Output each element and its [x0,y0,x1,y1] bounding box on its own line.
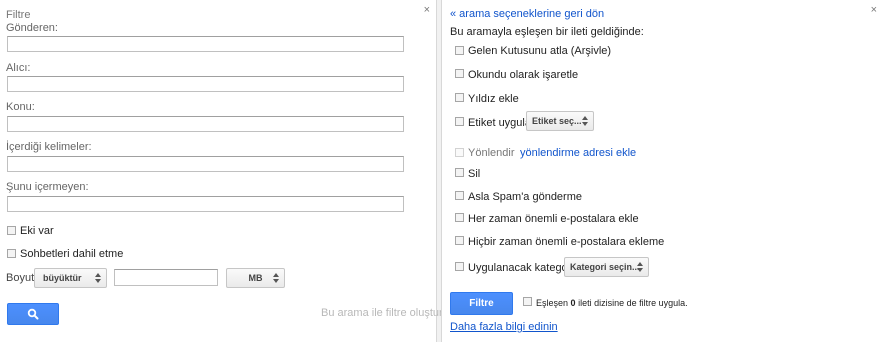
apply-prefix: Eşleşen [536,298,569,308]
category-label: Uygulanacak kategori: [468,262,577,274]
apply-label-label: Etiket uygula: [468,117,535,129]
mark-read-label: Okundu olarak işaretle [468,69,579,81]
category-checkbox[interactable] [455,262,464,271]
size-label: Boyut [6,272,35,284]
delete-checkbox[interactable] [455,168,464,177]
never-spam-label: Asla Spam'a gönderme [468,191,582,203]
select-arrows-icon [273,273,279,283]
star-checkbox[interactable] [455,93,464,102]
doesnt-have-label: Şunu içermeyen: [6,181,89,193]
apply-existing-label: Eşleşen 0 ileti dizisine de filtre uygul… [536,298,688,308]
close-icon[interactable]: × [424,5,430,16]
close-icon[interactable]: × [871,5,877,16]
skip-inbox-label: Gelen Kutusunu atla (Arşivle) [468,45,612,57]
never-spam-checkbox[interactable] [455,191,464,200]
never-important-label: Hiçbir zaman önemli e-postalara ekleme [468,236,665,248]
label-select-value: Etiket seç... [532,116,582,126]
doesnt-have-input[interactable] [7,196,404,212]
select-arrows-icon [95,273,101,283]
create-filter-link[interactable]: Bu arama ile filtre oluştur » [321,307,452,319]
select-arrows-icon [582,116,588,126]
search-button[interactable] [7,303,59,325]
apply-suffix: ileti dizisine de filtre uygula. [578,298,688,308]
category-select[interactable]: Kategori seçin... [564,257,649,277]
add-forwarding-address-link[interactable]: yönlendirme adresi ekle [520,147,636,159]
delete-label: Sil [468,168,481,180]
skip-inbox-checkbox[interactable] [455,46,464,55]
apply-existing-checkbox[interactable] [523,297,532,306]
select-arrows-icon [637,262,643,272]
label-select[interactable]: Etiket seç... [526,111,594,131]
mark-read-checkbox[interactable] [455,69,464,78]
actions-heading: Bu aramayla eşleşen bir ileti geldiğinde… [450,26,644,38]
category-select-value: Kategori seçin... [570,262,640,272]
size-operator-value: büyüktür [43,273,82,283]
search-options-panel: × Filtre Gönderen: Alıcı: Konu: İçerdiği… [0,0,452,342]
include-chats-checkbox[interactable] [7,249,16,258]
from-label: Gönderen: [6,22,58,34]
to-label: Alıcı: [6,62,31,74]
subject-label: Konu: [6,101,35,113]
has-attachment-label: Eki var [20,225,54,237]
forward-label: Yönlendir [468,147,515,159]
star-label: Yıldız ekle [468,93,519,105]
never-important-checkbox[interactable] [455,236,464,245]
size-value-input[interactable] [114,269,218,286]
always-important-checkbox[interactable] [455,213,464,222]
create-filter-button[interactable]: Filtre oluştur [450,292,513,330]
apply-label-checkbox[interactable] [455,117,464,126]
search-icon [27,308,39,320]
include-chats-label: Sohbetleri dahil etme [20,248,124,260]
always-important-label: Her zaman önemli e-postalara ekle [468,213,639,225]
has-words-input[interactable] [7,156,404,172]
has-attachment-checkbox[interactable] [7,226,16,235]
learn-more-link[interactable]: Daha fazla bilgi edinin [450,321,558,333]
size-operator-select[interactable]: büyüktür [34,268,107,288]
panel-title: Filtre [6,9,31,21]
forward-checkbox[interactable] [455,148,464,157]
back-to-search-link[interactable]: « arama seçeneklerine geri dön [450,8,604,20]
to-input[interactable] [7,76,404,92]
filter-actions-panel: « arama seçeneklerine geri dön × Bu aram… [441,0,884,342]
subject-input[interactable] [7,116,404,132]
size-unit-value: MB [248,273,263,283]
size-unit-select[interactable]: MB [226,268,285,288]
has-words-label: İçerdiği kelimeler: [6,141,92,153]
matching-count: 0 [570,298,576,308]
from-input[interactable] [7,36,404,52]
